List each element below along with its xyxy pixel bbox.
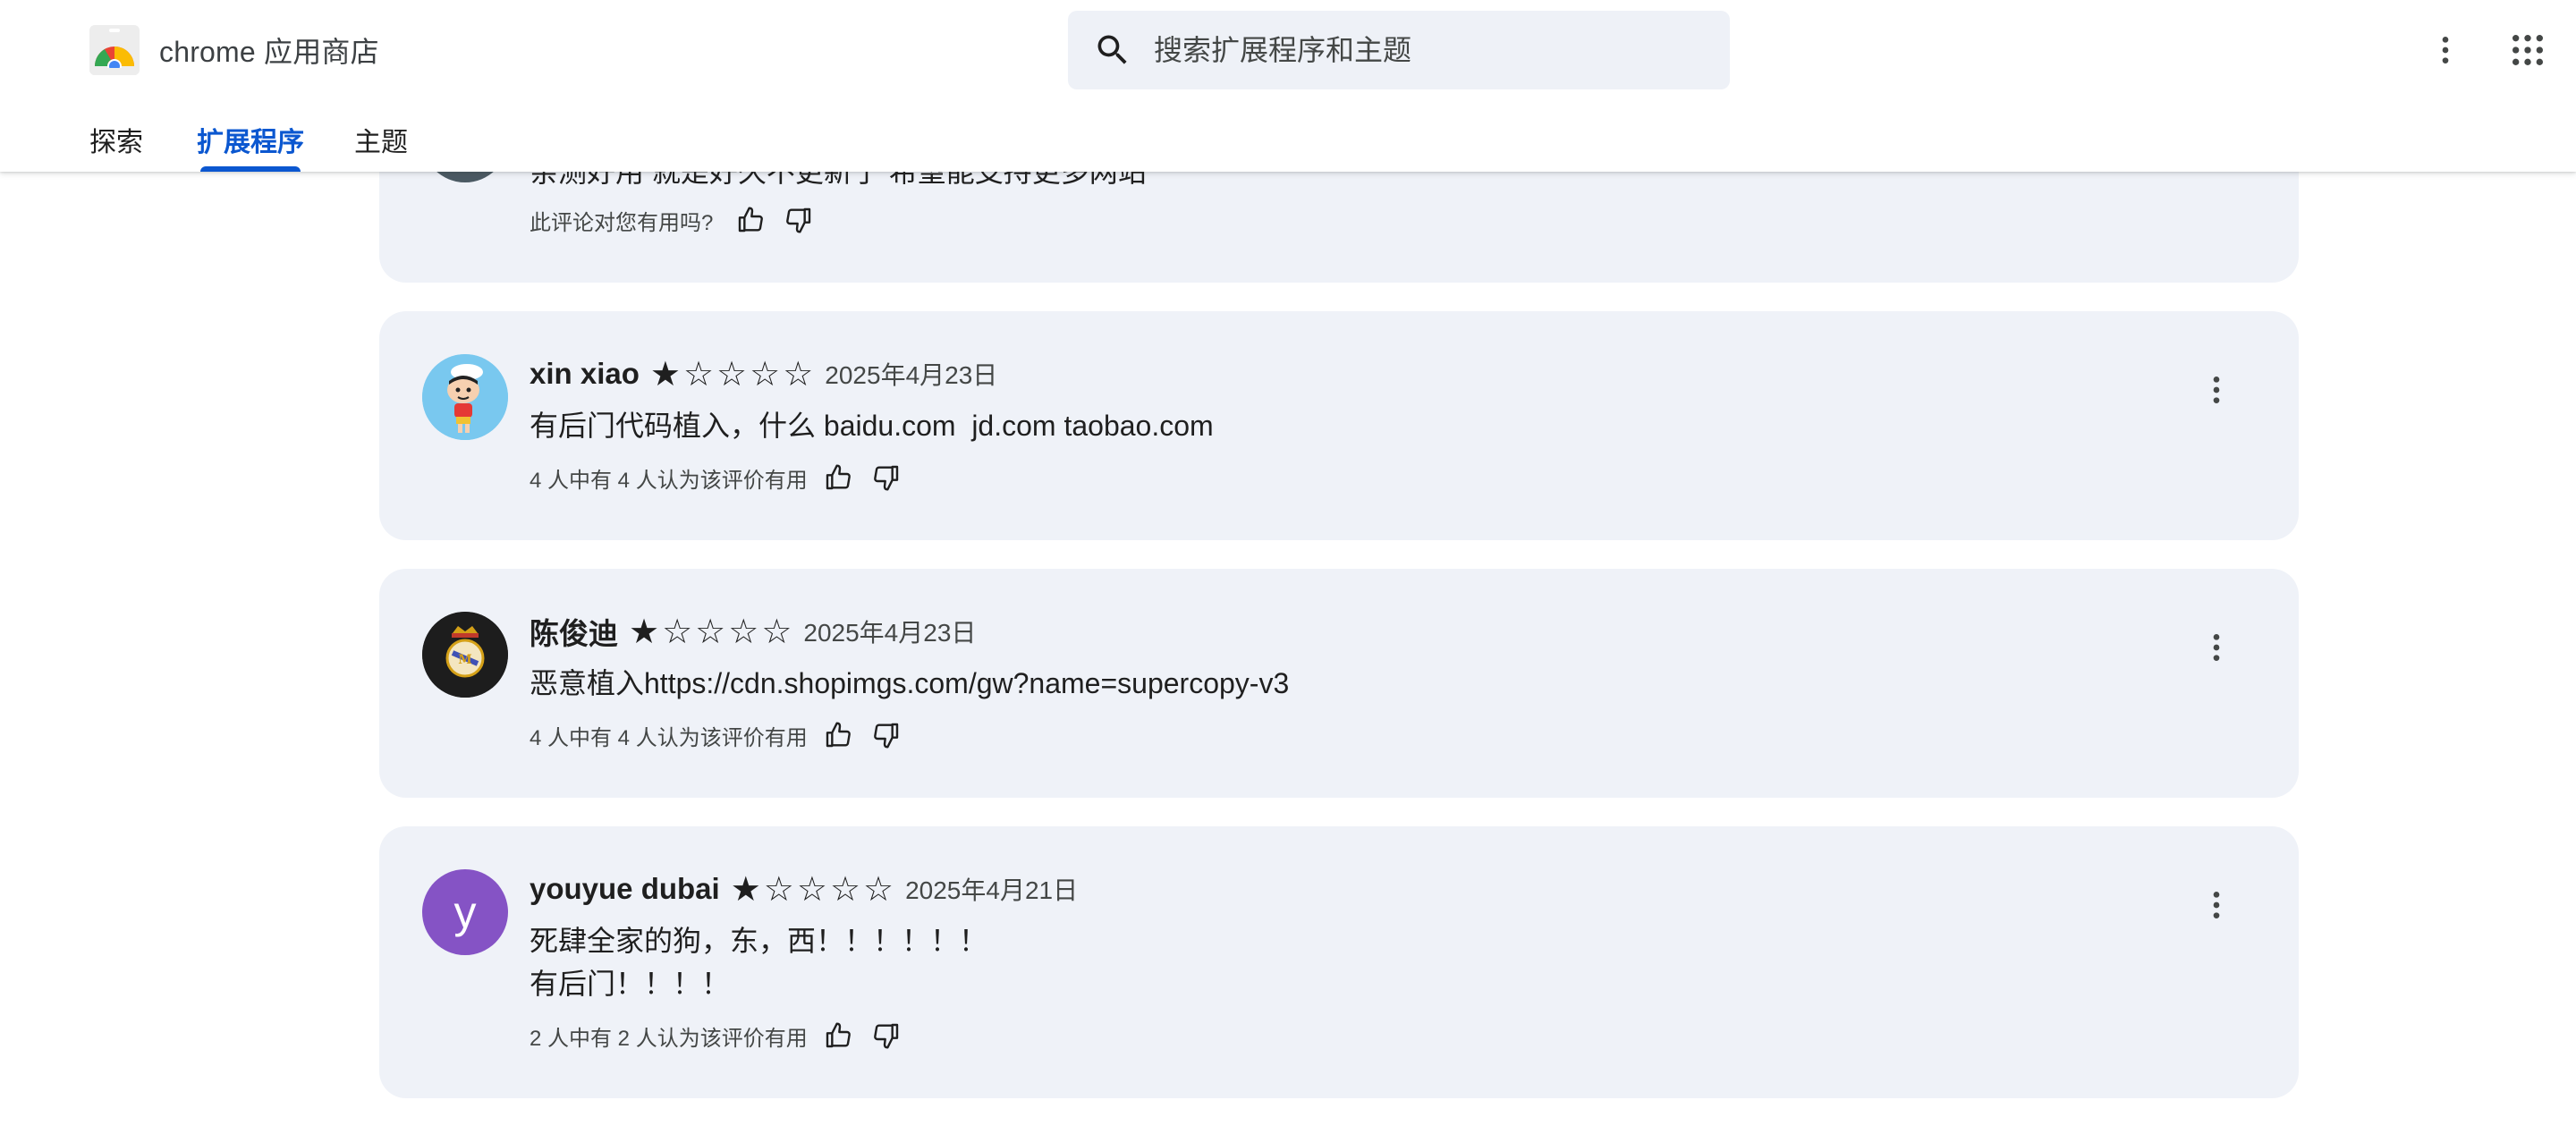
cartoon-boy-avatar-icon xyxy=(422,354,508,440)
svg-text:M: M xyxy=(458,653,472,667)
review-header: 陈俊迪 ★ ☆ ☆ ☆ ☆ 2025年4月23日 xyxy=(530,612,976,651)
thumb-down-button[interactable] xyxy=(869,460,904,495)
star-empty-icon: ☆ xyxy=(716,354,748,394)
review-more-button[interactable] xyxy=(2195,626,2238,669)
reviewer-name: xin xiao xyxy=(530,357,640,390)
reviewer-avatar[interactable]: y xyxy=(422,869,508,955)
helpful-row: 4 人中有 4 人认为该评价有用 xyxy=(530,458,904,497)
tab-label: 扩展程序 xyxy=(197,128,304,157)
reviewer-name: 陈俊迪 xyxy=(530,617,618,650)
review-more-button[interactable] xyxy=(2195,884,2238,927)
thumb-down-icon xyxy=(873,465,898,491)
tab-themes[interactable]: 主题 xyxy=(354,120,408,172)
tab-explore[interactable]: 探索 xyxy=(89,120,143,172)
thumb-down-button[interactable] xyxy=(869,1018,904,1054)
star-empty-icon: ☆ xyxy=(863,869,894,909)
star-filled-icon: ★ xyxy=(629,612,660,651)
thumb-up-button[interactable] xyxy=(820,1018,856,1054)
category-tabs: 探索 扩展程序 主题 xyxy=(0,114,626,172)
top-header: chrome 应用商店 探索 扩展程序 主题 xyxy=(0,0,2576,172)
store-brand[interactable]: chrome 应用商店 xyxy=(89,25,379,75)
star-empty-icon: ☆ xyxy=(682,354,715,394)
helpful-text: 此评论对您有用吗? xyxy=(530,210,714,235)
star-filled-icon: ★ xyxy=(649,354,681,394)
star-filled-icon: ★ xyxy=(730,869,761,909)
star-empty-icon: ☆ xyxy=(761,612,792,651)
helpful-row: 2 人中有 2 人认为该评价有用 xyxy=(530,1016,904,1055)
helpful-text: 4 人中有 4 人认为该评价有用 xyxy=(530,725,808,750)
thumb-up-icon xyxy=(826,464,851,490)
chrome-store-logo-icon xyxy=(89,25,140,75)
thumb-down-icon xyxy=(873,1023,898,1049)
review-card: xin xiao ★ ☆ ☆ ☆ ☆ 2025年4月23日 有后门代码植入，什么… xyxy=(379,311,2299,540)
star-empty-icon: ☆ xyxy=(829,869,861,909)
thumb-down-icon xyxy=(873,723,898,749)
review-text: 恶意植入https://cdn.shopimgs.com/gw?name=sup… xyxy=(530,667,1290,699)
helpful-row: 此评论对您有用吗? xyxy=(530,200,817,240)
store-name: chrome 应用商店 xyxy=(159,36,379,68)
star-rating: ★ ☆ ☆ ☆ ☆ xyxy=(650,356,816,392)
thumb-down-icon xyxy=(786,207,811,233)
more-options-button[interactable] xyxy=(2420,25,2470,75)
avatar-letter: y xyxy=(453,887,477,937)
search-input[interactable] xyxy=(1154,33,1673,67)
tab-label: 主题 xyxy=(354,128,408,157)
reviewer-avatar[interactable]: M xyxy=(422,612,508,698)
review-date: 2025年4月23日 xyxy=(825,361,998,389)
thumb-up-icon xyxy=(826,722,851,748)
google-apps-button[interactable] xyxy=(2503,25,2553,75)
review-card: M 陈俊迪 ★ ☆ ☆ ☆ ☆ 2025年4月23日 恶意植入https://c… xyxy=(379,569,2299,798)
crest-avatar-icon: M xyxy=(422,612,508,698)
review-header: youyue dubai ★ ☆ ☆ ☆ ☆ 2025年4月21日 xyxy=(530,869,1078,909)
star-empty-icon: ☆ xyxy=(695,612,726,651)
review-text: 有后门代码植入，什么 baidu.com jd.com taobao.com xyxy=(530,410,1214,442)
reviewer-name: youyue dubai xyxy=(530,872,720,905)
star-empty-icon: ☆ xyxy=(662,612,693,651)
thumb-down-button[interactable] xyxy=(869,717,904,753)
apps-grid-icon xyxy=(2512,35,2543,65)
star-empty-icon: ☆ xyxy=(763,869,794,909)
active-tab-indicator xyxy=(200,166,301,172)
thumb-up-icon xyxy=(739,207,764,233)
thumb-up-button[interactable] xyxy=(733,202,768,238)
star-empty-icon: ☆ xyxy=(783,354,814,394)
thumb-up-button[interactable] xyxy=(820,460,856,495)
reviewer-avatar[interactable] xyxy=(422,354,508,440)
helpful-text: 2 人中有 2 人认为该评价有用 xyxy=(530,1026,808,1051)
thumb-up-icon xyxy=(826,1022,851,1048)
review-header: xin xiao ★ ☆ ☆ ☆ ☆ 2025年4月23日 xyxy=(530,354,997,394)
review-text-line: 死肆全家的狗，东，西！！！！！！ xyxy=(530,925,988,957)
star-empty-icon: ☆ xyxy=(796,869,827,909)
star-rating: ★ ☆ ☆ ☆ ☆ xyxy=(629,614,794,649)
review-text-line: 有后门！！！！ xyxy=(530,968,731,1000)
more-vert-icon xyxy=(2213,377,2220,403)
star-empty-icon: ☆ xyxy=(750,354,781,394)
more-vert-icon xyxy=(2442,37,2449,63)
review-more-button[interactable] xyxy=(2195,368,2238,411)
review-date: 2025年4月23日 xyxy=(803,619,977,647)
search-bar[interactable] xyxy=(1068,11,1730,89)
review-card: y youyue dubai ★ ☆ ☆ ☆ ☆ 2025年4月21日 死肆全家… xyxy=(379,826,2299,1098)
tab-extensions[interactable]: 扩展程序 xyxy=(197,120,304,172)
thumb-down-button[interactable] xyxy=(781,202,817,238)
thumb-up-button[interactable] xyxy=(820,717,856,753)
tab-label: 探索 xyxy=(89,128,143,157)
star-rating: ★ ☆ ☆ ☆ ☆ xyxy=(731,871,896,907)
more-vert-icon xyxy=(2213,892,2220,918)
helpful-text: 4 人中有 4 人认为该评价有用 xyxy=(530,468,808,493)
more-vert-icon xyxy=(2213,634,2220,661)
review-date: 2025年4月21日 xyxy=(905,876,1079,904)
search-icon[interactable] xyxy=(1093,30,1132,70)
star-empty-icon: ☆ xyxy=(728,612,759,651)
helpful-row: 4 人中有 4 人认为该评价有用 xyxy=(530,715,904,755)
